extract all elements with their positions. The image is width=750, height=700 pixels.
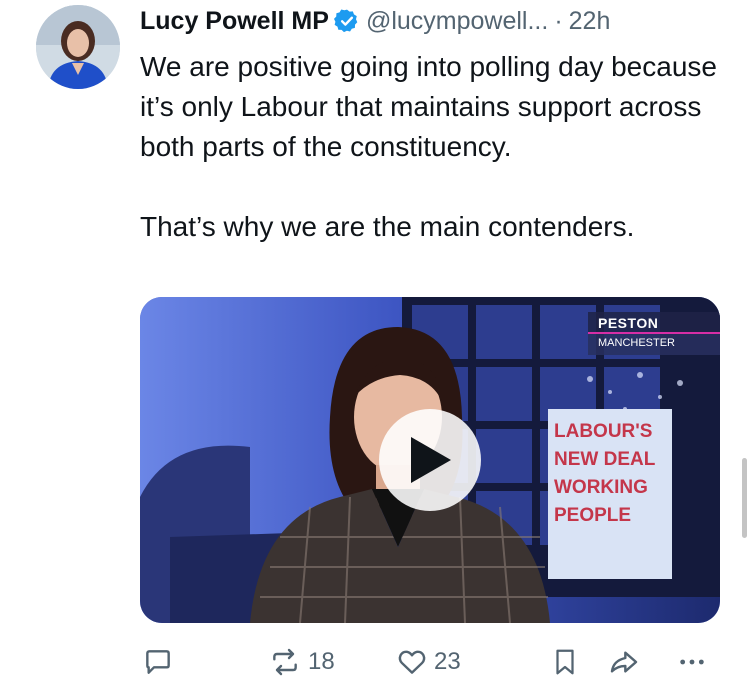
repost-count: 18 xyxy=(308,648,335,675)
like-button[interactable]: 23 xyxy=(396,644,461,680)
tweet-action-bar: 18 23 xyxy=(140,644,720,684)
repost-button[interactable]: 18 xyxy=(268,644,335,680)
bookmark-icon xyxy=(556,649,574,675)
broadcast-overlay: PESTON MANCHESTER xyxy=(588,312,720,355)
separator-dot: · xyxy=(554,6,563,35)
avatar[interactable] xyxy=(36,5,120,89)
play-button[interactable] xyxy=(379,409,481,511)
video-thumbnail[interactable]: LABOUR'S NEW DEAL WORKING PEOPLE PESTON … xyxy=(140,297,720,623)
verified-badge-icon xyxy=(333,9,358,33)
like-count: 23 xyxy=(434,648,461,675)
author-name[interactable]: Lucy Powell MP xyxy=(140,7,329,36)
svg-text:WORKING: WORKING xyxy=(554,477,648,498)
repost-icon xyxy=(273,648,297,676)
tweet-header: Lucy Powell MP @lucympowell... · 22h xyxy=(140,4,610,38)
avatar-image xyxy=(36,5,120,89)
scrollbar[interactable] xyxy=(742,458,747,538)
reply-button[interactable] xyxy=(142,644,174,680)
play-icon xyxy=(411,437,451,483)
tweet-text: We are positive going into polling day b… xyxy=(140,51,717,242)
more-options-button[interactable] xyxy=(676,644,708,680)
bookmark-button[interactable] xyxy=(550,644,580,680)
reply-bubble-icon xyxy=(146,650,170,674)
author-handle[interactable]: @lucympowell... xyxy=(366,7,548,36)
share-button[interactable] xyxy=(608,644,640,680)
more-dots-icon xyxy=(680,659,704,665)
svg-text:LABOUR'S: LABOUR'S xyxy=(554,421,652,442)
overlay-location: MANCHESTER xyxy=(588,334,720,355)
overlay-brand: PESTON xyxy=(588,312,720,334)
timestamp[interactable]: 22h xyxy=(569,7,611,36)
heart-icon xyxy=(398,650,426,674)
share-arrow-icon xyxy=(610,651,638,673)
svg-text:NEW DEAL: NEW DEAL xyxy=(554,449,656,470)
svg-text:PEOPLE: PEOPLE xyxy=(554,505,631,526)
